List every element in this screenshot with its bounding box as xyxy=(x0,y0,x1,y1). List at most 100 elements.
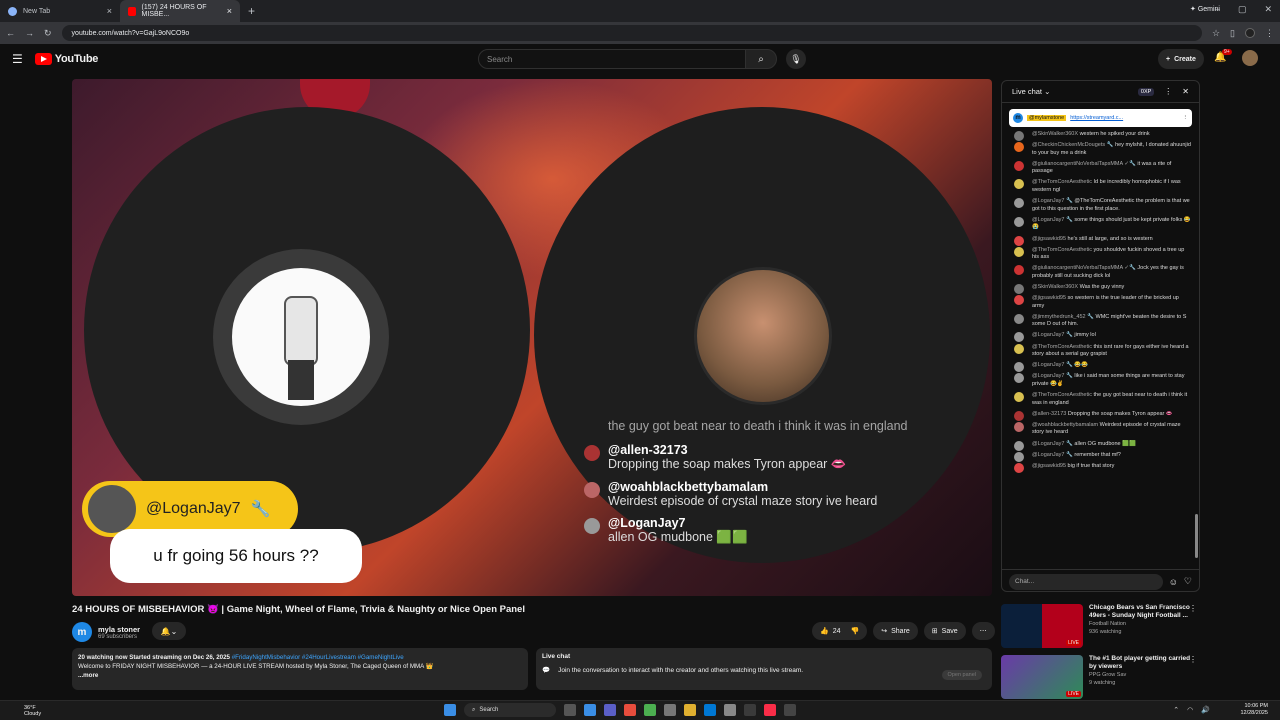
chat-username[interactable]: @jigsawkid95 xyxy=(1032,463,1066,469)
chat-user-avatar[interactable] xyxy=(1014,332,1024,343)
taskbar-search[interactable]: ⌕ Search xyxy=(464,703,556,717)
close-tab-icon[interactable]: × xyxy=(227,6,232,16)
hamburger-menu-icon[interactable]: ☰ xyxy=(12,52,23,66)
weather-widget[interactable]: 36°F Cloudy xyxy=(24,705,41,717)
chat-user-avatar[interactable] xyxy=(1014,295,1024,306)
volume-icon[interactable]: 🔊 xyxy=(1201,706,1210,714)
more-actions-button[interactable]: ⋯ xyxy=(971,622,995,640)
maximize-icon[interactable]: ▢ xyxy=(1238,4,1247,15)
app-icon[interactable] xyxy=(624,704,636,716)
share-button[interactable]: ↪ Share xyxy=(873,622,918,640)
tray-chevron-icon[interactable]: ⌃ xyxy=(1173,706,1179,714)
chat-user-avatar[interactable] xyxy=(1014,246,1024,257)
chat-user-avatar[interactable] xyxy=(1014,343,1024,354)
like-button[interactable]: 👍 24 👎 xyxy=(812,622,868,640)
chat-user-avatar[interactable] xyxy=(1014,451,1024,462)
chat-username[interactable]: @jigsawkid95 xyxy=(1032,236,1066,242)
chat-username[interactable]: @CheckinChickenMcDougets 🔧 xyxy=(1032,142,1114,148)
pinned-menu-icon[interactable]: ⋮ xyxy=(1183,115,1189,121)
description-box[interactable]: 20 watching now Started streaming on Dec… xyxy=(72,648,528,690)
windows-start-icon[interactable] xyxy=(444,704,456,716)
chat-user-avatar[interactable] xyxy=(1014,373,1024,384)
wifi-icon[interactable]: ◠ xyxy=(1187,706,1193,714)
teams-icon[interactable] xyxy=(604,704,616,716)
profile-avatar[interactable] xyxy=(1245,27,1255,38)
recommendation-title[interactable]: Chicago Bears vs San Francisco 49ers - S… xyxy=(1089,604,1193,620)
chat-user-avatar[interactable] xyxy=(1014,265,1024,276)
obs-icon[interactable] xyxy=(744,704,756,716)
open-panel-button[interactable]: Open panel xyxy=(941,670,982,680)
hashtags[interactable]: #FridayNightMisbehavior #24HourLivestrea… xyxy=(232,654,404,661)
chat-username[interactable]: @giulianocargentiNoVerbalTapsMMA ✓🔧 xyxy=(1032,161,1136,167)
sidebar-icon[interactable]: ▯ xyxy=(1230,28,1235,39)
chat-username[interactable]: @TheTomCoreAesthetic xyxy=(1032,392,1092,398)
file-explorer-icon[interactable] xyxy=(684,704,696,716)
taskbar-clock[interactable]: 10:06 PM 12/28/2025 xyxy=(1240,703,1268,717)
recommendation-menu-icon[interactable]: ⋮ xyxy=(1189,655,1197,664)
chat-user-avatar[interactable] xyxy=(1014,462,1024,473)
chat-username[interactable]: @jimmythedrunk_452 🔧 xyxy=(1032,314,1094,320)
chat-user-avatar[interactable] xyxy=(1014,440,1024,451)
youtube-logo[interactable]: YouTube xyxy=(34,53,98,65)
chat-input[interactable]: Chat... xyxy=(1009,573,1163,590)
heart-icon[interactable]: ♡ xyxy=(1184,576,1192,587)
chat-username[interactable]: @LoganJay7 🔧 xyxy=(1032,362,1073,368)
new-tab-button[interactable]: + xyxy=(240,4,263,18)
settings-icon[interactable] xyxy=(724,704,736,716)
chat-username[interactable]: @LoganJay7 🔧 xyxy=(1032,452,1073,458)
show-more-link[interactable]: ...more xyxy=(78,671,522,680)
chat-username[interactable]: @TheTomCoreAesthetic xyxy=(1032,179,1092,185)
chat-user-avatar[interactable] xyxy=(1014,421,1024,432)
chrome-taskbar-icon[interactable] xyxy=(644,704,656,716)
chat-user-avatar[interactable] xyxy=(1014,392,1024,403)
app-icon[interactable] xyxy=(784,704,796,716)
chat-user-avatar[interactable] xyxy=(1014,198,1024,209)
recommendation-thumbnail[interactable]: LIVE xyxy=(1001,655,1083,699)
chat-username[interactable]: @LoganJay7 🔧 xyxy=(1032,198,1073,204)
recommendation-item[interactable]: LIVE Chicago Bears vs San Francisco 49er… xyxy=(1001,604,1197,648)
save-button[interactable]: ⊞ Save xyxy=(923,622,966,640)
chat-user-avatar[interactable] xyxy=(1014,160,1024,171)
close-chat-icon[interactable]: ✕ xyxy=(1182,87,1189,96)
music-icon[interactable] xyxy=(764,704,776,716)
recommendation-thumbnail[interactable]: LIVE xyxy=(1001,604,1083,648)
thumbs-down-icon[interactable]: 👎 xyxy=(851,627,860,635)
chat-user-avatar[interactable] xyxy=(1014,362,1024,373)
search-button[interactable]: ⌕ xyxy=(745,49,777,69)
chat-username[interactable]: @LoganJay7 🔧 xyxy=(1032,332,1073,338)
recommendation-menu-icon[interactable]: ⋮ xyxy=(1189,604,1197,613)
xp-badge[interactable]: 0XP xyxy=(1137,87,1155,96)
minimize-icon[interactable]: – xyxy=(1215,4,1220,15)
subscription-bell-button[interactable]: 🔔 ⌄ xyxy=(152,622,186,640)
chat-scrollbar[interactable] xyxy=(1195,514,1198,558)
chat-username[interactable]: @LoganJay7 🔧 xyxy=(1032,217,1073,223)
live-chat-title-dropdown[interactable]: Live chat ⌄ xyxy=(1012,87,1050,96)
search-input[interactable]: Search xyxy=(478,49,746,69)
chat-username[interactable]: @allen-32173 xyxy=(1032,411,1066,417)
chat-username[interactable]: @woahblackbettybamalam xyxy=(1032,422,1098,428)
chat-username[interactable]: @TheTomCoreAesthetic xyxy=(1032,247,1092,253)
url-field[interactable]: youtube.com/watch?v=GajL9oNCO9o xyxy=(61,25,1202,41)
mail-icon[interactable] xyxy=(704,704,716,716)
emoji-icon[interactable]: ☺ xyxy=(1169,577,1178,587)
chat-username[interactable]: @LoganJay7 🔧 xyxy=(1032,441,1073,447)
chat-username[interactable]: @LoganJay7 🔧 xyxy=(1032,373,1073,379)
chat-user-avatar[interactable] xyxy=(1014,313,1024,324)
chat-menu-icon[interactable]: ⋮ xyxy=(1164,87,1172,96)
forward-icon[interactable]: → xyxy=(25,28,34,38)
chat-user-avatar[interactable] xyxy=(1014,142,1024,153)
edge-icon[interactable] xyxy=(584,704,596,716)
close-tab-icon[interactable]: × xyxy=(107,6,112,16)
recommendation-item[interactable]: LIVE The #1 Bot player getting carried b… xyxy=(1001,655,1197,699)
app-icon[interactable] xyxy=(664,704,676,716)
create-button[interactable]: + Create xyxy=(1158,49,1204,69)
chat-username[interactable]: @giulianocargentiNoVerbalTapsMMA ✓🔧 xyxy=(1032,265,1136,271)
chat-username[interactable]: @SkinWalker360X xyxy=(1032,284,1078,290)
channel-avatar[interactable]: m xyxy=(72,622,92,642)
chat-user-avatar[interactable] xyxy=(1014,216,1024,227)
menu-dots-icon[interactable]: ⋮ xyxy=(1265,28,1274,39)
back-icon[interactable]: ← xyxy=(6,28,15,38)
task-view-icon[interactable] xyxy=(564,704,576,716)
chat-user-avatar[interactable] xyxy=(1014,179,1024,190)
chat-username[interactable]: @TheTomCoreAesthetic xyxy=(1032,344,1092,350)
